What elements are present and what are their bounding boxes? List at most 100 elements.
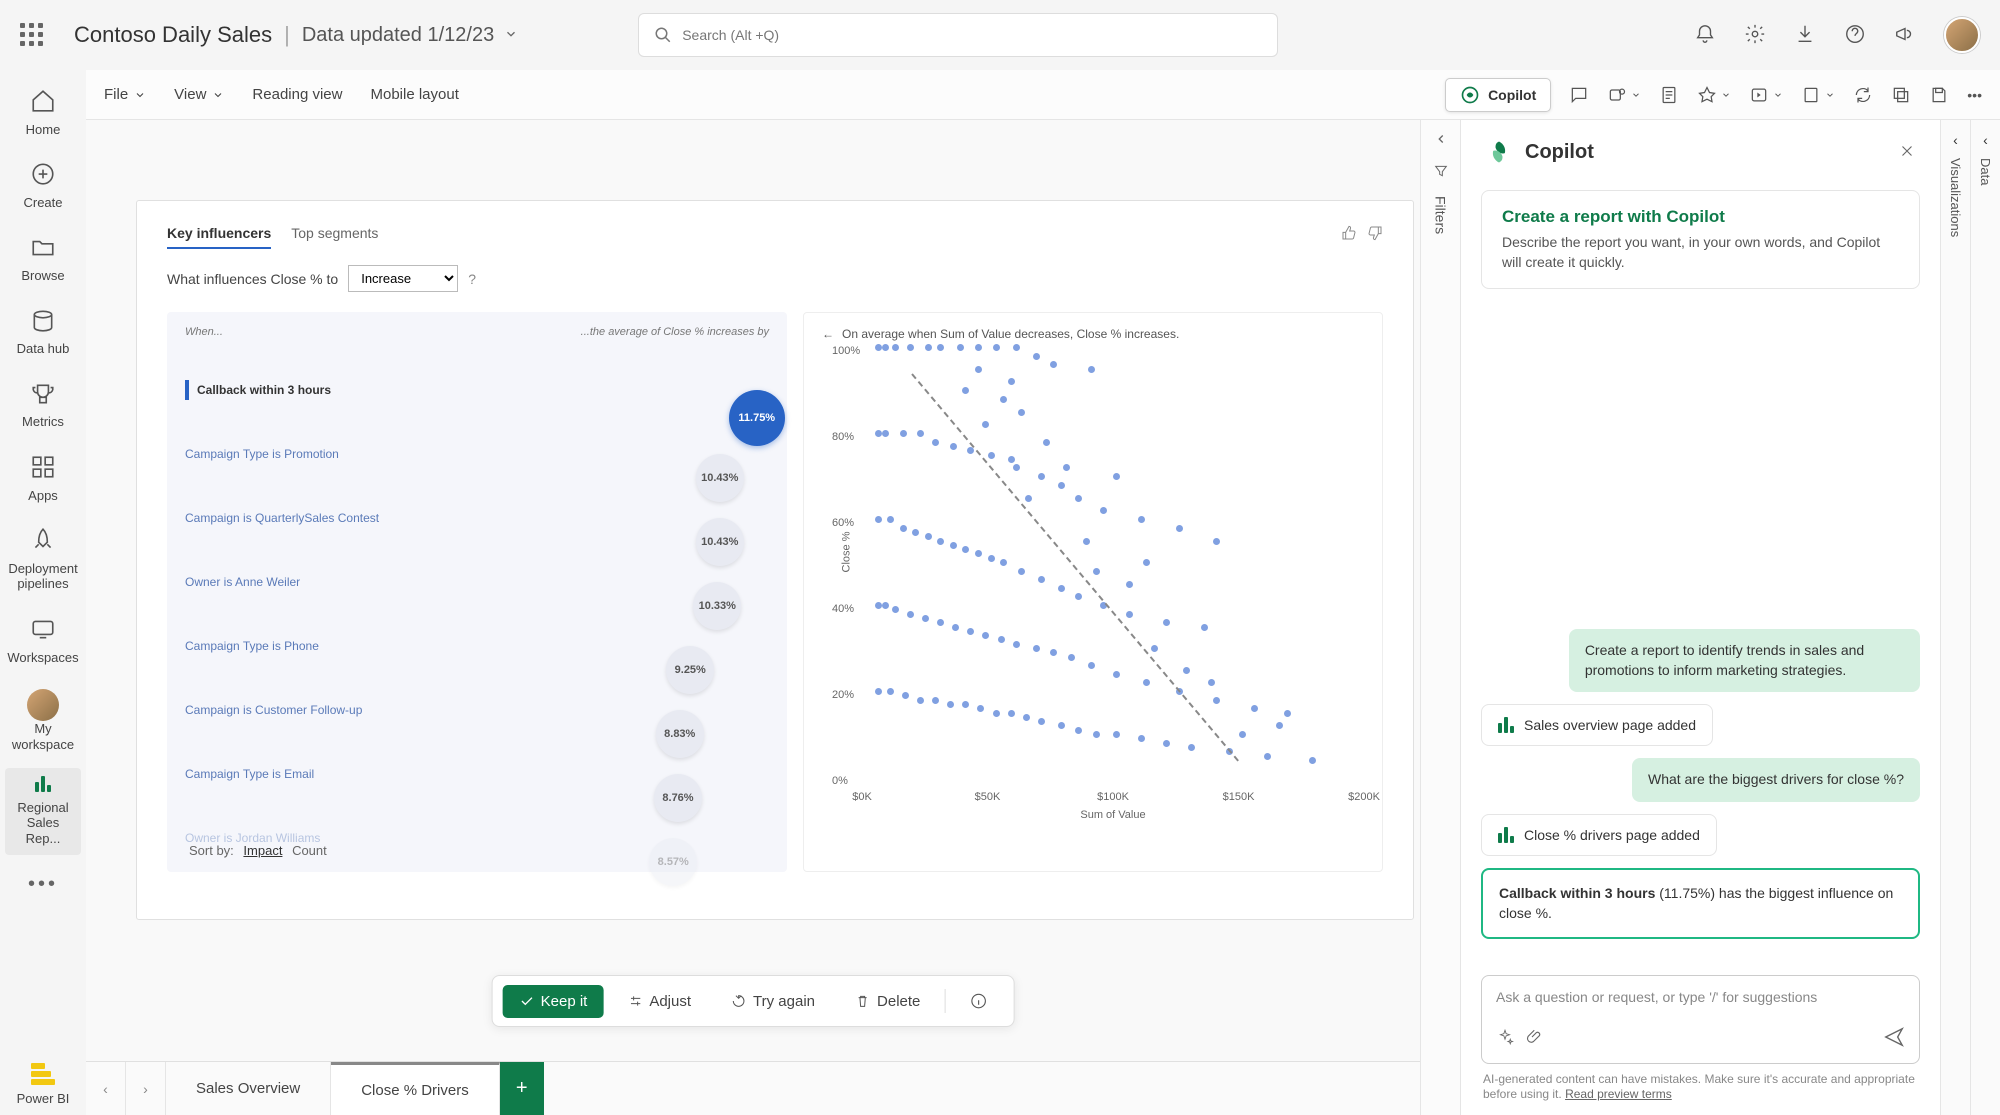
scatter-chart: Close % Sum of Value 0%20%40%60%80%100%$… xyxy=(862,351,1364,781)
data-pane[interactable]: ‹Data xyxy=(1970,120,2000,1115)
expand-chevron-icon[interactable] xyxy=(1434,132,1448,149)
expand-chevron-icon[interactable]: ‹ xyxy=(1953,132,1958,148)
data-updated-label: Data updated 1/12/23 xyxy=(302,24,494,47)
export-icon[interactable] xyxy=(1749,85,1783,105)
back-arrow-icon[interactable]: ← xyxy=(822,327,834,341)
user-avatar[interactable] xyxy=(1944,17,1980,53)
teams-share-icon[interactable] xyxy=(1607,85,1641,105)
nav-datahub[interactable]: Data hub xyxy=(5,300,81,365)
megaphone-icon[interactable] xyxy=(1894,23,1916,48)
nav-metrics[interactable]: Metrics xyxy=(5,373,81,438)
more-icon[interactable]: ••• xyxy=(1967,87,1982,103)
menu-mobile-layout[interactable]: Mobile layout xyxy=(370,86,458,103)
top-bar: Contoso Daily Sales | Data updated 1/12/… xyxy=(0,0,2000,70)
try-again-button[interactable]: Try again xyxy=(715,985,831,1018)
influencer-row[interactable]: Campaign Type is Promotion10.43% xyxy=(185,422,769,486)
influencer-row[interactable]: Owner is Anne Weiler10.33% xyxy=(185,550,769,614)
nav-create[interactable]: Create xyxy=(5,153,81,218)
direction-select[interactable]: Increase xyxy=(348,265,458,292)
refresh-icon[interactable] xyxy=(1853,85,1873,105)
close-icon[interactable] xyxy=(1898,142,1916,163)
influencer-label: Campaign Type is Phone xyxy=(185,639,435,653)
send-icon[interactable] xyxy=(1883,1026,1905,1051)
filter-icon xyxy=(1433,163,1449,182)
visualizations-pane[interactable]: ‹Visualizations xyxy=(1940,120,1970,1115)
thumbs-down-icon[interactable] xyxy=(1367,225,1383,244)
nav-label: My workspace xyxy=(9,721,77,752)
sheet-next[interactable]: › xyxy=(126,1062,166,1115)
nav-browse[interactable]: Browse xyxy=(5,226,81,291)
nav-home[interactable]: Home xyxy=(5,80,81,145)
app-launcher-icon[interactable] xyxy=(20,23,44,47)
menu-view[interactable]: View xyxy=(174,86,224,103)
home-icon xyxy=(30,88,56,118)
keep-it-button[interactable]: Keep it xyxy=(503,985,604,1018)
influencer-value-bubble: 11.75% xyxy=(729,390,785,446)
info-button[interactable] xyxy=(953,984,1003,1018)
add-sheet-button[interactable]: + xyxy=(500,1062,544,1115)
thumbs-up-icon[interactable] xyxy=(1341,225,1357,244)
sparkle-icon[interactable] xyxy=(1496,1028,1514,1049)
copilot-action-bar: Keep it Adjust Try again Delete xyxy=(492,975,1015,1027)
nav-label: Power BI xyxy=(17,1091,70,1107)
influencer-value-bubble: 9.25% xyxy=(666,646,714,694)
influencer-label: Campaign Type is Promotion xyxy=(185,447,435,461)
scatter-panel: ←On average when Sum of Value decreases,… xyxy=(803,312,1383,872)
nav-label: Browse xyxy=(21,268,64,284)
hero-title: Create a report with Copilot xyxy=(1502,207,1899,227)
menu-reading-view[interactable]: Reading view xyxy=(252,86,342,103)
menu-file[interactable]: File xyxy=(104,86,146,103)
search-input[interactable]: Search (Alt +Q) xyxy=(638,13,1278,57)
help-icon[interactable] xyxy=(1844,23,1866,48)
tab-top-segments[interactable]: Top segments xyxy=(291,225,378,249)
attachment-icon[interactable] xyxy=(1526,1028,1544,1049)
download-icon[interactable] xyxy=(1794,23,1816,48)
chevron-down-icon[interactable] xyxy=(504,27,518,44)
delete-button[interactable]: Delete xyxy=(839,985,936,1018)
page-icon[interactable] xyxy=(1659,85,1679,105)
y-axis-label: Close % xyxy=(840,532,852,573)
gear-icon[interactable] xyxy=(1744,23,1766,48)
explore-icon[interactable] xyxy=(1697,85,1731,105)
influencer-row[interactable]: Campaign is QuarterlySales Contest10.43% xyxy=(185,486,769,550)
help-question-icon[interactable]: ? xyxy=(468,271,476,287)
influencer-row[interactable]: Campaign Type is Phone9.25% xyxy=(185,614,769,678)
nav-pipelines[interactable]: Deployment pipelines xyxy=(5,519,81,600)
filters-pane-collapsed[interactable]: Filters xyxy=(1420,120,1460,1115)
copilot-input[interactable]: Ask a question or request, or type '/' f… xyxy=(1481,975,1920,1064)
bot-message[interactable]: Close % drivers page added xyxy=(1481,814,1717,856)
nav-my-workspace[interactable]: My workspace xyxy=(5,681,81,760)
adjust-button[interactable]: Adjust xyxy=(611,985,707,1018)
nav-regional-sales[interactable]: Regional Sales Rep... xyxy=(5,768,81,854)
nav-more[interactable]: ••• xyxy=(28,873,58,896)
trophy-icon xyxy=(30,381,56,411)
sort-impact[interactable]: Impact xyxy=(243,843,282,858)
nav-label: Workspaces xyxy=(7,650,78,666)
nav-apps[interactable]: Apps xyxy=(5,446,81,511)
report-title: Contoso Daily Sales xyxy=(74,22,272,48)
bookmark-icon[interactable] xyxy=(1801,85,1835,105)
influencer-value-bubble: 8.83% xyxy=(656,710,704,758)
nav-powerbi[interactable]: Power BI xyxy=(5,1055,81,1115)
sheet-tab-sales-overview[interactable]: Sales Overview xyxy=(166,1062,331,1115)
preview-terms-link[interactable]: Read preview terms xyxy=(1565,1087,1672,1101)
sheet-tab-close-drivers[interactable]: Close % Drivers xyxy=(331,1062,500,1115)
bell-icon[interactable] xyxy=(1694,23,1716,48)
bar-chart-icon xyxy=(1498,827,1514,843)
influencer-row[interactable]: Callback within 3 hours11.75% xyxy=(185,358,769,422)
influencer-row[interactable]: Owner is Jordan Williams8.57% xyxy=(185,806,769,870)
copilot-button[interactable]: Copilot xyxy=(1445,78,1551,112)
sort-count[interactable]: Count xyxy=(292,843,327,858)
nav-workspaces[interactable]: Workspaces xyxy=(5,608,81,673)
comment-icon[interactable] xyxy=(1569,85,1589,105)
expand-chevron-icon[interactable]: ‹ xyxy=(1983,132,1988,148)
nav-label: Metrics xyxy=(22,414,64,430)
bot-message[interactable]: Sales overview page added xyxy=(1481,704,1713,746)
copy-icon[interactable] xyxy=(1891,85,1911,105)
tab-key-influencers[interactable]: Key influencers xyxy=(167,225,271,249)
sheet-prev[interactable]: ‹ xyxy=(86,1062,126,1115)
save-icon[interactable] xyxy=(1929,85,1949,105)
copilot-disclaimer: AI-generated content can have mistakes. … xyxy=(1461,1072,1940,1115)
report-canvas-area: Key influencers Top segments What influe… xyxy=(86,120,1420,1115)
database-icon xyxy=(30,308,56,338)
